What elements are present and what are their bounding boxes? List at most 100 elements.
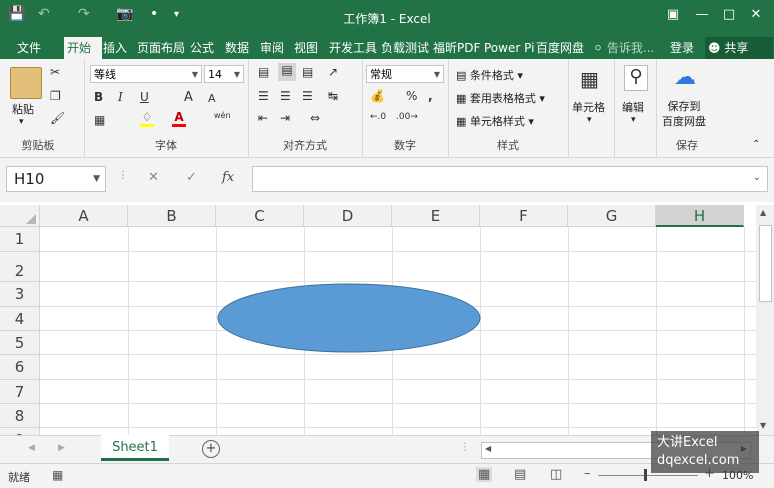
paste-icon[interactable] [10,67,42,99]
normal-view-icon[interactable]: ▦ [476,467,493,482]
paste-dropdown-icon[interactable]: ▾ [19,117,24,127]
column-header-selected[interactable]: H [656,205,744,227]
grow-font-icon[interactable]: A [184,90,193,105]
save-to-baidu-label[interactable]: 保存到 百度网盘 [662,99,706,129]
enter-icon[interactable]: ✓ [186,170,197,185]
share-button[interactable]: ☻ 共享 [705,37,773,59]
decrease-indent-icon[interactable]: ⇤ [258,111,268,125]
column-header[interactable]: B [128,205,216,227]
row-header[interactable]: 7 [0,380,40,404]
orientation-icon[interactable]: ↗ [328,65,338,79]
close-icon[interactable]: ✕ [745,5,767,25]
cells-dropdown-icon[interactable]: ▾ [587,115,592,125]
borders-icon[interactable]: ▦ [94,113,105,127]
tab-data[interactable]: 数据 [222,37,258,59]
editing-dropdown-icon[interactable]: ▾ [631,115,636,125]
tab-baidu-netdisk[interactable]: 百度网盘 [533,37,587,59]
bottom-align-icon[interactable]: ▤ [302,65,313,79]
tab-foxit-pdf[interactable]: 福昕PDF [430,37,484,59]
tab-home[interactable]: 开始 [64,37,102,59]
scroll-up-icon[interactable]: ▲ [760,208,766,217]
formula-input[interactable]: ⌄ [252,166,768,192]
tab-power-pivot[interactable]: Power Pivot [481,37,535,59]
phonetic-icon[interactable]: wén [214,111,231,120]
row-header[interactable]: 9 [0,428,40,435]
row-header[interactable]: 1 [0,227,40,252]
table-format-button[interactable]: ▦ 套用表格格式 ▾ [456,90,545,106]
tell-me-box[interactable]: ⚪ 告诉我... [590,37,657,59]
page-break-view-icon[interactable]: ◫ [550,467,562,482]
cells-icon[interactable]: ▦ [580,67,599,91]
editing-label[interactable]: 编辑 [622,99,644,115]
cancel-icon[interactable]: ✕ [148,170,159,185]
row-header[interactable]: 6 [0,355,40,380]
format-painter-icon[interactable]: 🖌 [50,111,65,125]
tab-view[interactable]: 视图 [291,37,327,59]
zoom-slider-thumb[interactable] [644,469,647,481]
scroll-down-icon[interactable]: ▼ [760,421,766,430]
row-header[interactable]: 8 [0,404,40,428]
collapse-ribbon-icon[interactable]: ⌃ [752,139,760,150]
worksheet-grid[interactable]: A B C D E F G H 1 2 3 4 5 6 7 8 9 [0,205,756,435]
tab-developer[interactable]: 开发工具 [326,37,380,59]
expand-formula-icon[interactable]: ⌄ [753,172,761,183]
align-right-icon[interactable]: ☰ [302,89,313,103]
copy-icon[interactable]: ❐ [50,89,61,103]
shrink-font-icon[interactable]: A [208,92,216,105]
cells-label[interactable]: 单元格 [572,99,605,115]
insert-function-icon[interactable]: fx [222,170,234,185]
next-sheet-icon[interactable]: ▶ [58,443,65,453]
find-icon[interactable]: ⚲ [624,65,648,91]
tab-insert[interactable]: 插入 [100,37,136,59]
scroll-thumb[interactable] [759,225,772,302]
tab-review[interactable]: 审阅 [257,37,293,59]
align-center-icon[interactable]: ☰ [280,89,291,103]
vertical-scrollbar[interactable]: ▲ ▼ [756,205,774,435]
conditional-format-button[interactable]: ▤ 条件格式 ▾ [456,67,523,83]
cut-icon[interactable]: ✂ [50,65,60,79]
page-layout-view-icon[interactable]: ▤ [514,467,526,482]
font-size-select[interactable]: 14 ▼ [204,65,244,83]
column-header[interactable]: A [40,205,128,227]
decrease-decimal-icon[interactable]: .00→ [396,112,418,122]
align-left-icon[interactable]: ☰ [258,89,269,103]
zoom-slider[interactable] [598,475,698,476]
top-align-icon[interactable]: ▤ [258,65,269,79]
column-header[interactable]: F [480,205,568,227]
increase-decimal-icon[interactable]: ←.0 [370,112,386,122]
name-box[interactable]: H10 ▼ [6,166,106,192]
column-header[interactable]: D [304,205,392,227]
ribbon-display-icon[interactable]: ▣ [662,5,684,25]
baidu-cloud-icon[interactable]: ☁ [674,65,696,90]
row-header[interactable]: 4 [0,307,40,331]
prev-sheet-icon[interactable]: ◀ [28,443,35,453]
increase-indent-icon[interactable]: ⇥ [280,111,290,125]
ellipse-shape[interactable] [217,283,481,353]
tab-load-test[interactable]: 负载测试 [378,37,432,59]
column-header[interactable]: G [568,205,656,227]
minimize-icon[interactable]: — [691,5,713,25]
underline-icon[interactable]: U [140,90,149,104]
tab-file[interactable]: 文件 [14,37,44,59]
bold-icon[interactable]: B [94,90,103,104]
percent-icon[interactable]: % [406,89,417,103]
comma-icon[interactable]: , [428,89,433,103]
merge-center-icon[interactable]: ⇔ [310,111,320,125]
tab-formulas[interactable]: 公式 [187,37,223,59]
fill-color-icon[interactable]: ♢ [140,110,154,127]
tab-page-layout[interactable]: 页面布局 [134,37,190,59]
row-header[interactable]: 3 [0,282,40,307]
login-button[interactable]: 登录 [667,37,697,59]
paste-label[interactable]: 粘贴 [12,101,34,117]
sheet-tab-active[interactable]: Sheet1 [101,435,169,461]
wrap-text-icon[interactable]: ↹ [328,89,338,103]
font-color-icon[interactable]: A [172,110,186,127]
scroll-left-icon[interactable]: ◀ [485,444,491,453]
split-handle-icon[interactable]: ⋮ [460,442,470,453]
number-format-select[interactable]: 常规 ▼ [366,65,444,83]
currency-icon[interactable]: 💰 [370,89,385,103]
middle-align-icon[interactable]: ▤ [278,63,296,81]
zoom-out-icon[interactable]: – [584,466,591,481]
italic-icon[interactable]: I [118,90,123,104]
maximize-icon[interactable]: □ [718,5,740,25]
